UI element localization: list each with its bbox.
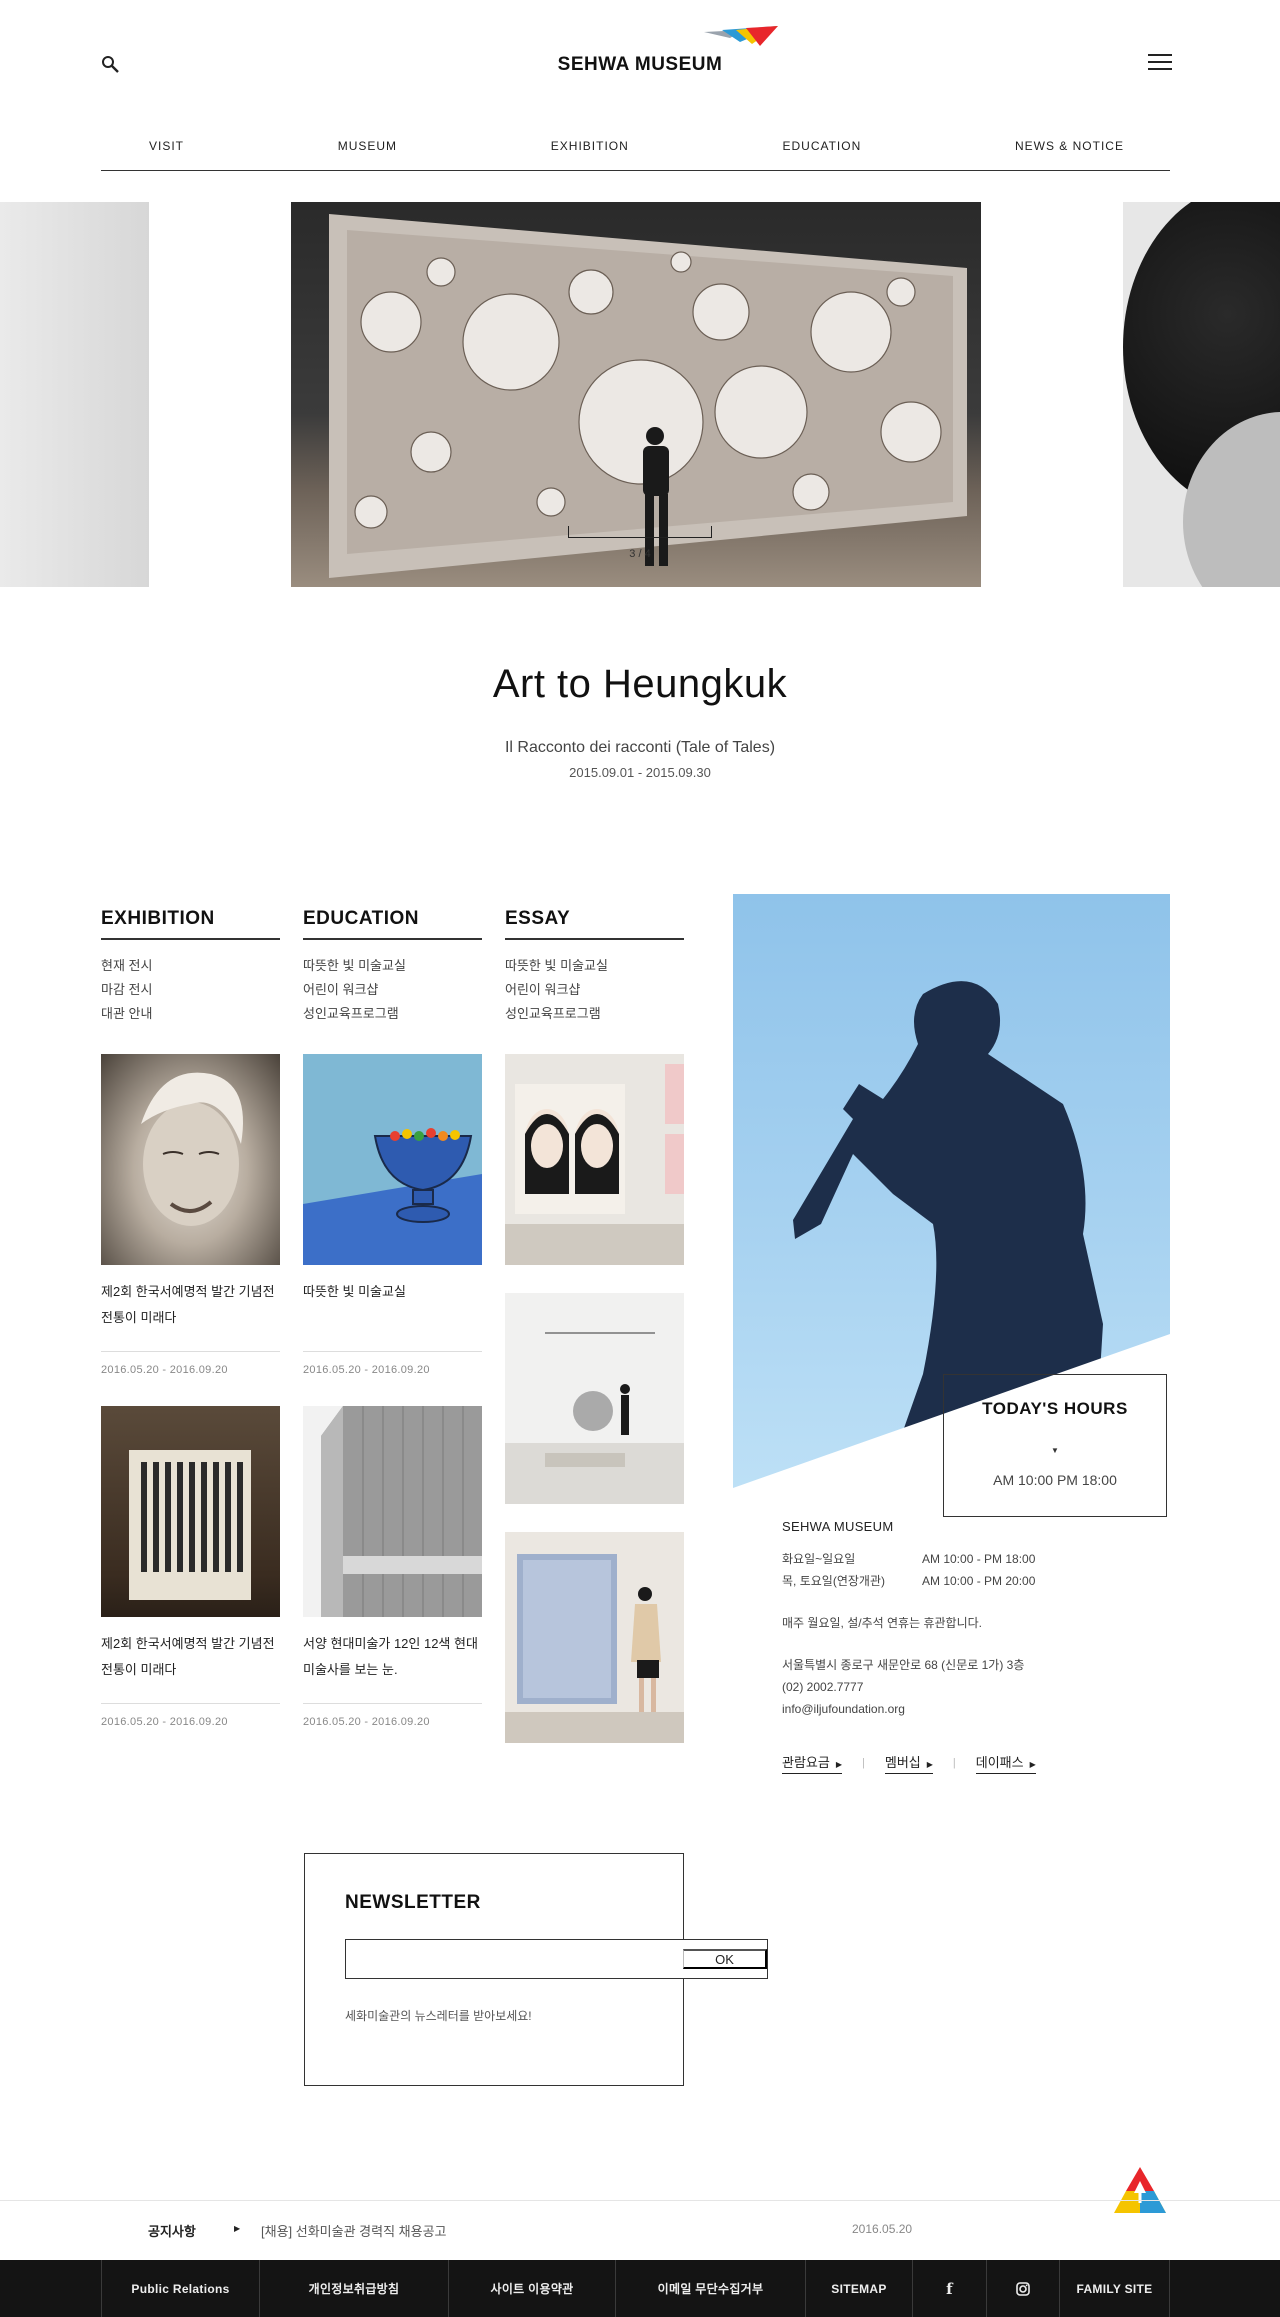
hours-day: 목, 토요일(연장개관) [782,1574,885,1588]
hours-row: 화요일~일요일 AM 10:00 - PM 18:00 [782,1548,1162,1570]
education-link-art-class[interactable]: 따뜻한 빛 미술교실 [303,954,482,978]
exhibition-card[interactable]: 제2회 한국서예명적 발간 기념전 전통이 미래다 2016.05.20 - 2… [101,1054,280,1376]
newsletter-description: 세화미술관의 뉴스레터를 받아보세요! [345,2009,532,2023]
museum-phone: (02) 2002.7777 [782,1680,864,1694]
hours-row: 목, 토요일(연장개관) AM 10:00 - PM 20:00 [782,1570,1162,1592]
slide-counter-bracket [568,526,712,538]
closed-notice: 매주 월요일, 설/추석 연휴는 휴관합니다. [782,1616,982,1630]
education-card[interactable]: 서양 현대미술가 12인 12색 현대미술사를 보는 눈. 2016.05.20… [303,1406,482,1728]
arrow-right-icon: ▶ [1029,1760,1036,1769]
museum-name: SEHWA MUSEUM [782,1519,894,1534]
column-heading[interactable]: EDUCATION [303,908,482,940]
arrow-right-icon: ▶ [835,1760,842,1769]
essay-link-adult-program[interactable]: 성인교육프로그램 [505,1002,684,1026]
admission-fee-link[interactable]: 관람요금 ▶ [782,1752,842,1774]
essay-thumbnail[interactable] [505,1293,684,1504]
search-icon[interactable] [100,54,122,76]
exhibition-subtitle: Il Racconto dei racconti (Tale of Tales) [504,739,776,756]
museum-address: 서울특별시 종로구 새문안로 68 (신문로 1가) 3층 [782,1658,1025,1672]
exhibition-card[interactable]: 제2회 한국서예명적 발간 기념전 전통이 미래다 2016.05.20 - 2… [101,1406,280,1728]
arrow-right-icon: ▶ [926,1760,933,1769]
main-nav: VISIT MUSEUM EXHIBITION EDUCATION NEWS &… [101,130,1170,171]
exhibition-column: EXHIBITION 현재 전시 마감 전시 대관 안내 [101,908,280,1026]
education-link-adult-program[interactable]: 성인교육프로그램 [303,1002,482,1026]
info-links: 관람요금 ▶ | 멤버십 ▶ | 데이패스 ▶ [782,1752,1036,1774]
exhibition-title[interactable]: Art to Heungkuk [340,662,940,707]
footer-sitemap[interactable]: SITEMAP [805,2260,912,2317]
footer-family-site[interactable]: FAMILY SITE [1059,2260,1170,2317]
education-link-kids-workshop[interactable]: 어린이 워크샵 [303,978,482,1002]
card-date: 2016.05.20 - 2016.09.20 [303,1703,482,1728]
museum-email[interactable]: info@iljufoundation.org [782,1698,1162,1720]
membership-link[interactable]: 멤버십 ▶ [884,1752,933,1774]
column-heading[interactable]: EXHIBITION [101,908,280,940]
newsletter-submit-button[interactable]: OK [683,1949,767,1969]
newsletter-title: NEWSLETTER [345,1892,481,1913]
nav-exhibition[interactable]: EXHIBITION [551,139,629,153]
essay-image[interactable] [505,1532,684,1743]
card-date: 2016.05.20 - 2016.09.20 [303,1351,482,1376]
membership-label: 멤버십 [884,1755,921,1770]
admission-fee-label: 관람요금 [782,1755,830,1770]
footer-terms[interactable]: 사이트 이용약관 [448,2260,615,2317]
card-thumbnail[interactable] [101,1054,280,1265]
nav-education[interactable]: EDUCATION [782,139,861,153]
exhibition-link-past[interactable]: 마감 전시 [101,978,280,1002]
essay-thumbnail[interactable] [505,1532,684,1743]
hours-time: AM 10:00 - PM 20:00 [922,1574,1036,1588]
essay-link-art-class[interactable]: 따뜻한 빛 미술교실 [505,954,684,978]
newsletter-form: OK [345,1939,768,1979]
essay-link-kids-workshop[interactable]: 어린이 워크샵 [505,978,684,1002]
card-title[interactable]: 제2회 한국서예명적 발간 기념전 전통이 미래다 [101,1279,280,1339]
card-thumbnail[interactable] [101,1406,280,1617]
card-title[interactable]: 서양 현대미술가 12인 12색 현대미술사를 보는 눈. [303,1631,482,1691]
notice-text[interactable]: [채용] 선화미술관 경력직 채용공고 [261,2221,447,2240]
hours-time: AM 10:00 - PM 18:00 [922,1552,1036,1566]
essay-image[interactable] [505,1293,684,1504]
card-thumbnail[interactable] [303,1406,482,1617]
caret-down-icon: ▼ [1051,1446,1059,1455]
essay-thumbnail[interactable] [505,1054,684,1265]
divider: | [862,1757,865,1769]
slide-counter: 3 / 4 [629,548,651,560]
divider: | [952,1757,956,1769]
card-thumbnail[interactable] [303,1054,482,1265]
hamburger-menu-icon[interactable] [1148,54,1172,74]
notice-label[interactable]: 공지사항 [148,2221,196,2240]
site-logo[interactable]: SEHWA MUSEUM [540,54,740,76]
card-date: 2016.05.20 - 2016.09.20 [101,1703,280,1728]
instagram-icon[interactable] [986,2260,1059,2317]
museum-info: SEHWA MUSEUM 화요일~일요일 AM 10:00 - PM 18:00 … [782,1519,1162,1720]
footer-nav: Public Relations 개인정보취급방침 사이트 이용약관 이메일 무… [101,2260,1170,2317]
arrow-right-icon: ▶ [234,2224,241,2233]
card-title[interactable]: 제2회 한국서예명적 발간 기념전 전통이 미래다 [101,1631,280,1691]
nav-museum[interactable]: MUSEUM [338,139,397,153]
footer-privacy-policy[interactable]: 개인정보취급방침 [259,2260,448,2317]
newsletter-email-input[interactable] [346,1940,681,1978]
column-heading[interactable]: ESSAY [505,908,684,940]
footer-email-refusal[interactable]: 이메일 무단수집거부 [615,2260,805,2317]
exhibition-link-current[interactable]: 현재 전시 [101,954,280,978]
slide-prev-image[interactable] [0,202,149,587]
todays-hours-title: TODAY'S HOURS [982,1399,1128,1418]
card-title[interactable]: 따뜻한 빛 미술교실 [303,1279,482,1339]
logo-mark-icon[interactable] [700,24,780,55]
notice-date: 2016.05.20 [852,2222,913,2236]
exhibition-link-rental[interactable]: 대관 안내 [101,1002,280,1026]
facebook-icon[interactable]: f [912,2260,986,2317]
daypass-link[interactable]: 데이패스 ▶ [975,1752,1036,1774]
nav-visit[interactable]: VISIT [149,139,184,153]
exhibition-date: 2015.09.01 - 2015.09.30 [569,765,711,780]
nav-news-notice[interactable]: NEWS & NOTICE [1015,139,1124,153]
essay-image[interactable] [505,1054,684,1265]
hours-day: 화요일~일요일 [782,1552,856,1566]
todays-hours-time: AM 10:00 PM 18:00 [993,1472,1117,1488]
card-date: 2016.05.20 - 2016.09.20 [101,1351,280,1376]
education-column: EDUCATION 따뜻한 빛 미술교실 어린이 워크샵 성인교육프로그램 [303,908,482,1026]
essay-column: ESSAY 따뜻한 빛 미술교실 어린이 워크샵 성인교육프로그램 [505,908,684,1026]
education-card[interactable]: 따뜻한 빛 미술교실 2016.05.20 - 2016.09.20 [303,1054,482,1376]
daypass-label: 데이패스 [975,1755,1024,1770]
slide-next-image[interactable] [1123,202,1280,587]
footer-public-relations[interactable]: Public Relations [101,2260,259,2317]
